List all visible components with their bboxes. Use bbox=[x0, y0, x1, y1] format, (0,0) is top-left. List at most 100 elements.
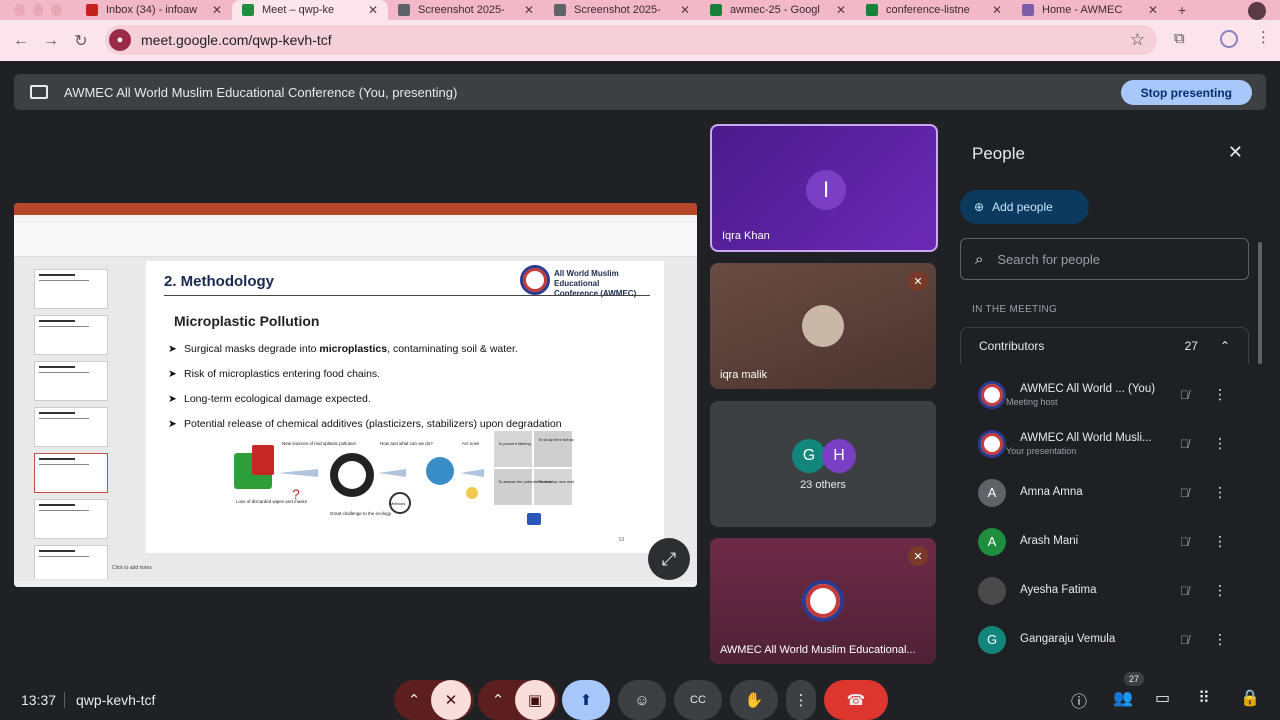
org-line-2: Conference (AWMEC) bbox=[554, 289, 637, 298]
browser-tab[interactable]: Screenshot 2025- ✕ bbox=[388, 0, 544, 20]
close-tab-icon[interactable]: ✕ bbox=[1148, 3, 1158, 17]
reload-icon[interactable]: ↻ bbox=[66, 31, 96, 51]
slide-thumbnail[interactable] bbox=[34, 499, 108, 539]
close-tab-icon[interactable]: ✕ bbox=[992, 3, 1002, 17]
camera-control[interactable]: ⌃ ▣ bbox=[478, 680, 558, 720]
emoji-icon[interactable]: ☺ bbox=[618, 680, 666, 720]
chat-icon[interactable]: ▭ bbox=[1155, 688, 1170, 708]
browser-menu-icon[interactable]: ⋮ bbox=[1256, 28, 1271, 46]
participant-tile[interactable]: ✕ iqra malik bbox=[710, 263, 936, 389]
scrollbar[interactable] bbox=[1258, 242, 1262, 364]
close-tab-icon[interactable]: ✕ bbox=[212, 3, 222, 17]
chevron-up-icon[interactable]: ⌃ bbox=[481, 691, 515, 709]
window-controls[interactable] bbox=[0, 0, 76, 20]
more-options-icon[interactable]: ⋮ bbox=[786, 680, 816, 720]
bookmark-star-icon[interactable]: ☆ bbox=[1130, 30, 1145, 50]
slide-thumbnail[interactable] bbox=[34, 545, 108, 579]
profile-avatar[interactable] bbox=[1220, 30, 1238, 48]
microplastic-diagram: Loss of discarded wipes and masks New so… bbox=[234, 431, 574, 525]
participant-row[interactable]: G Gangaraju Vemula 🎙̸ ⋮ bbox=[960, 615, 1249, 664]
more-options-icon[interactable]: ⋮ bbox=[1213, 533, 1227, 550]
presenting-title: AWMEC All World Muslim Educational Confe… bbox=[64, 84, 458, 100]
leave-call-button[interactable]: ☎ bbox=[824, 680, 888, 720]
present-button[interactable]: ⬆ bbox=[562, 680, 610, 720]
captions-icon[interactable]: CC bbox=[674, 680, 722, 720]
camera-off-icon[interactable]: ▣ bbox=[515, 680, 555, 720]
close-tab-icon[interactable]: ✕ bbox=[368, 3, 378, 17]
extensions-icon[interactable]: ⧉ bbox=[1174, 30, 1185, 47]
participant-row[interactable]: Ayesha Fatima 🎙̸ ⋮ bbox=[960, 566, 1249, 615]
diagram-label: New sources of microplastic pollution bbox=[282, 441, 357, 446]
stop-presenting-button[interactable]: Stop presenting bbox=[1120, 80, 1252, 105]
raise-hand-icon[interactable]: ✋ bbox=[730, 680, 778, 720]
slide-thumbnail[interactable] bbox=[34, 407, 108, 447]
tab-search-icon[interactable] bbox=[1248, 2, 1266, 20]
participant-row[interactable]: A Amna Amna 🎙̸ ⋮ bbox=[960, 468, 1249, 517]
add-people-button[interactable]: ⊕ Add people bbox=[960, 190, 1089, 224]
mic-off-icon[interactable]: ✕ bbox=[431, 680, 471, 720]
browser-tab[interactable]: Inbox (34) - infoaw ✕ bbox=[76, 0, 232, 20]
search-placeholder: Search for people bbox=[997, 251, 1101, 267]
participant-name: Gangaraju Vemula bbox=[1020, 632, 1116, 645]
diagram-label: To prevent littering bbox=[498, 441, 531, 446]
browser-toolbar: ← → ↻ ● meet.google.com/qwp-kevh-tcf ☆ ⧉… bbox=[0, 20, 1280, 61]
browser-tab[interactable]: Meet – qwp-ke ✕ bbox=[232, 0, 388, 20]
browser-tab[interactable]: Home - AWMEC ✕ bbox=[1012, 0, 1168, 20]
browser-tab-strip: Inbox (34) - infoaw ✕ Meet – qwp-ke ✕ Sc… bbox=[0, 0, 1280, 20]
others-tile[interactable]: G H 23 others bbox=[710, 401, 936, 527]
browser-tab[interactable]: awmec-25 - Googl ✕ bbox=[700, 0, 856, 20]
tab-favicon-icon bbox=[1022, 4, 1034, 16]
mic-control[interactable]: ⌃ ✕ bbox=[394, 680, 474, 720]
more-options-icon[interactable]: ⋮ bbox=[1213, 435, 1227, 452]
participant-name: Arash Mani bbox=[1020, 534, 1079, 547]
tab-label: Screenshot 2025- bbox=[418, 4, 505, 16]
more-options-icon[interactable]: ⋮ bbox=[1213, 631, 1227, 648]
panel-title: People bbox=[972, 144, 1025, 163]
back-icon[interactable]: ← bbox=[6, 32, 36, 50]
mic-off-icon: 🎙̸ bbox=[1180, 387, 1189, 402]
participant-row[interactable]: A Arash Mani 🎙̸ ⋮ bbox=[960, 517, 1249, 566]
people-icon[interactable]: 👥 bbox=[1113, 688, 1133, 708]
slide-thumbnail[interactable] bbox=[34, 315, 108, 355]
meeting-code: qwp-kevh-tcf bbox=[76, 692, 156, 708]
host-controls-icon[interactable]: 🔒 bbox=[1240, 688, 1260, 708]
slide-thumbnail[interactable] bbox=[34, 269, 108, 309]
slide-thumbnail[interactable] bbox=[34, 361, 108, 401]
chevron-up-icon: ⌃ bbox=[1219, 339, 1230, 353]
participant-tile[interactable]: I Iqra Khan bbox=[710, 124, 938, 252]
mic-recording-icon[interactable]: ● bbox=[109, 29, 131, 51]
close-tab-icon[interactable]: ✕ bbox=[836, 3, 846, 17]
meeting-controls: 13:37 qwp-kevh-tcf ⌃ ✕ ⌃ ▣ ⬆ ☺ CC ✋ ⋮ ☎ … bbox=[0, 676, 1280, 720]
notes-hint[interactable]: Click to add notes bbox=[112, 565, 152, 571]
address-bar[interactable]: ● meet.google.com/qwp-kevh-tcf ☆ bbox=[105, 25, 1157, 55]
more-options-icon[interactable]: ⋮ bbox=[1213, 386, 1227, 403]
more-options-icon[interactable]: ⋮ bbox=[1213, 582, 1227, 599]
new-tab-icon[interactable]: + bbox=[1178, 0, 1186, 20]
participant-row[interactable]: AWMEC All World ... (You) Meeting host 🎙… bbox=[960, 370, 1249, 419]
bullet-text: Surgical masks degrade into bbox=[184, 343, 320, 355]
activities-icon[interactable]: ⠿ bbox=[1198, 688, 1210, 708]
participant-row[interactable]: AWMEC All World Musli... Your presentati… bbox=[960, 419, 1249, 468]
browser-tab[interactable]: conference-listne ✕ bbox=[856, 0, 1012, 20]
more-options-icon[interactable]: ⋮ bbox=[1213, 484, 1227, 501]
participant-tile[interactable]: ✕ AWMEC All World Muslim Educational... bbox=[710, 538, 936, 664]
expand-icon[interactable]: ⤢ bbox=[648, 538, 690, 580]
info-icon[interactable]: ⓘ bbox=[1071, 688, 1087, 712]
participant-avatar: A bbox=[978, 478, 1006, 507]
close-icon[interactable]: ✕ bbox=[1228, 142, 1243, 163]
forward-icon[interactable]: → bbox=[36, 32, 66, 50]
search-people-field[interactable]: ⌕ Search for people bbox=[960, 238, 1249, 280]
close-tab-icon[interactable]: ✕ bbox=[680, 3, 690, 17]
close-tab-icon[interactable]: ✕ bbox=[524, 3, 534, 17]
browser-tab[interactable]: Screenshot 2025- ✕ bbox=[544, 0, 700, 20]
tab-favicon-icon bbox=[866, 4, 878, 16]
slide-heading: 2. Methodology bbox=[164, 273, 274, 290]
participant-name: AWMEC All World Musli... bbox=[1020, 431, 1152, 444]
contributors-group-header[interactable]: Contributors 27 ⌃ bbox=[960, 327, 1249, 364]
bullet-text: Potential release of chemical additives … bbox=[184, 418, 562, 430]
chevron-up-icon[interactable]: ⌃ bbox=[397, 691, 431, 709]
slide-thumbnail-selected[interactable] bbox=[34, 453, 108, 493]
participant-subtitle: Your presentation bbox=[1006, 445, 1077, 456]
mic-off-icon: 🎙̸ bbox=[1180, 632, 1189, 647]
meeting-time: 13:37 bbox=[21, 692, 57, 708]
